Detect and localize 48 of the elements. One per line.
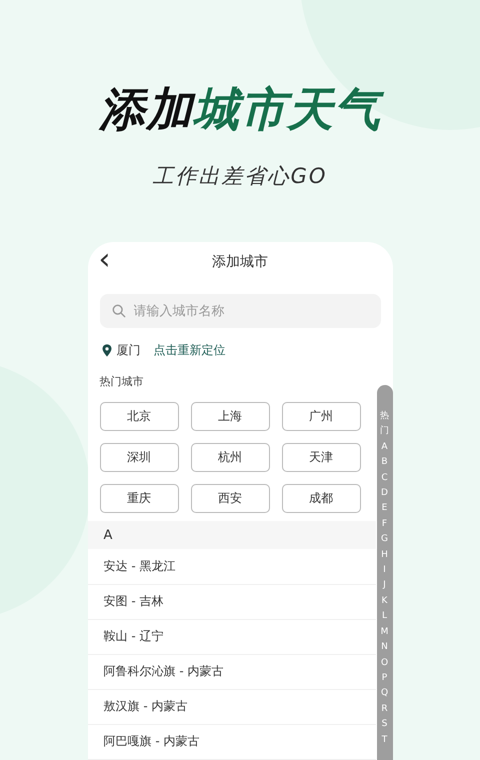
index-letter[interactable]: S [382, 717, 388, 733]
back-button[interactable]: ‹ [98, 242, 110, 280]
city-chip[interactable]: 杭州 [190, 443, 270, 472]
index-letter[interactable]: E [382, 501, 388, 517]
index-letter[interactable]: A [381, 440, 388, 456]
city-list-item[interactable]: 安图 - 吉林 [88, 584, 376, 620]
index-letter[interactable]: J [383, 578, 386, 594]
city-chip[interactable]: 广州 [282, 402, 360, 431]
index-letter[interactable]: G [381, 532, 388, 548]
city-chip[interactable]: 西安 [190, 484, 270, 513]
city-list-item[interactable]: 阿鲁科尔沁旗 - 内蒙古 [88, 654, 376, 690]
index-letter[interactable]: M [380, 624, 388, 640]
index-letter[interactable]: C [381, 470, 388, 486]
index-letter[interactable]: B [381, 455, 388, 471]
current-city: 厦门 [116, 342, 140, 359]
city-list-item[interactable]: 阿巴嘎旗 - 内蒙古 [88, 724, 376, 760]
screen-title: 添加城市 [212, 253, 268, 271]
index-letter[interactable]: 门 [380, 424, 389, 440]
tagline: 工作出差省心GO [152, 163, 328, 190]
location-pin-icon [102, 344, 112, 357]
index-letter[interactable]: R [381, 702, 388, 718]
city-chip[interactable]: 成都 [282, 484, 360, 513]
index-letter[interactable]: I [383, 563, 386, 578]
city-chip[interactable]: 天津 [282, 443, 360, 472]
city-chip[interactable]: 上海 [190, 402, 270, 431]
index-letter[interactable]: P [382, 670, 388, 686]
search-field[interactable]: 请输入城市名称 [100, 294, 380, 328]
index-letter[interactable]: 热 [380, 409, 389, 424]
index-letter[interactable]: D [381, 486, 388, 502]
city-list-item[interactable]: 鞍山 - 辽宁 [88, 620, 376, 655]
city-chip[interactable]: 深圳 [100, 443, 178, 472]
index-letter[interactable]: K [382, 594, 388, 610]
city-chip[interactable]: 重庆 [100, 484, 178, 513]
city-chip[interactable]: 北京 [100, 402, 178, 431]
index-letter[interactable]: L [382, 609, 387, 625]
letter-header: A [88, 521, 376, 550]
index-letter[interactable]: N [381, 640, 388, 656]
alphabet-index[interactable]: 热 门 A B C D E F G H I J K L M N O P Q R S T [376, 385, 392, 760]
index-letter[interactable]: Q [380, 686, 388, 702]
index-letter[interactable]: T [382, 732, 388, 748]
index-letter[interactable]: H [381, 548, 388, 564]
index-letter[interactable]: O [380, 656, 388, 671]
city-list-item[interactable]: 敖汉旗 - 内蒙古 [88, 690, 376, 725]
section-label: 热门城市 [100, 374, 144, 389]
search-icon [112, 304, 126, 318]
relocate-link[interactable]: 点击重新定位 [154, 342, 226, 359]
city-list-item[interactable]: 安达 - 黑龙江 [88, 549, 376, 585]
index-letter[interactable]: F [382, 516, 388, 532]
